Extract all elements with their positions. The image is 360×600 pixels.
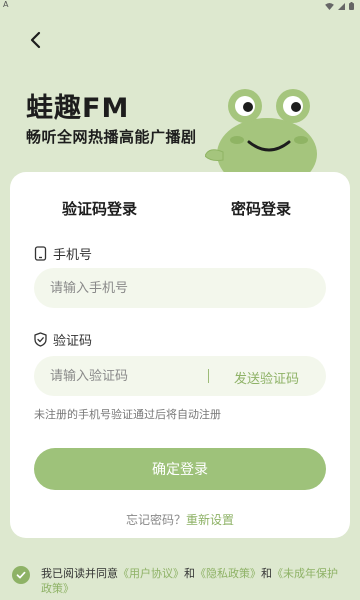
forgot-password: 忘记密码？重新设置: [10, 511, 350, 528]
status-icons: [325, 2, 354, 10]
tab-sms-login[interactable]: 验证码登录: [62, 198, 137, 219]
status-bar: A: [0, 0, 360, 12]
check-icon: [16, 571, 26, 579]
login-card: 验证码登录 密码登录 手机号 验证码 发送验证码 未注册的手机号验证通过后将自动…: [10, 172, 350, 538]
send-code-button[interactable]: 发送验证码: [234, 368, 299, 387]
phone-label-text: 手机号: [53, 248, 93, 263]
app-slogan: 畅听全网热播高能广播剧: [26, 128, 197, 146]
agreement-checkbox[interactable]: [12, 566, 30, 584]
forgot-password-text: 忘记密码？: [125, 513, 186, 527]
shield-check-icon: [34, 332, 47, 347]
agreement-row: 我已阅读并同意《用户协议》和《隐私政策》和《未成年保护政策》: [12, 566, 352, 596]
signal-icon: [338, 2, 345, 10]
reset-password-link[interactable]: 重新设置: [186, 513, 234, 527]
code-label-text: 验证码: [53, 334, 93, 349]
phone-field: [34, 268, 326, 308]
tab-password-login[interactable]: 密码登录: [231, 198, 291, 219]
phone-label: 手机号: [34, 244, 92, 263]
wifi-icon: [325, 2, 334, 10]
status-notification-text: A: [3, 0, 9, 9]
code-field: 发送验证码: [34, 356, 326, 396]
app-name: 蛙趣FM: [26, 93, 130, 124]
code-input[interactable]: [50, 356, 200, 396]
frog-mascot: [205, 89, 317, 184]
agreement-and-2: 和: [261, 567, 272, 580]
confirm-login-button[interactable]: 确定登录: [34, 448, 326, 490]
auto-register-hint: 未注册的手机号验证通过后将自动注册: [34, 408, 221, 421]
agreement-text: 我已阅读并同意《用户协议》和《隐私政策》和《未成年保护政策》: [41, 566, 347, 596]
privacy-policy-link[interactable]: 《隐私政策》: [195, 567, 261, 580]
phone-input[interactable]: [50, 268, 310, 308]
chevron-left-icon: [30, 31, 41, 49]
user-agreement-link[interactable]: 《用户协议》: [118, 567, 184, 580]
agreement-prefix: 我已阅读并同意: [41, 567, 118, 580]
back-button[interactable]: [24, 28, 48, 52]
code-divider: [208, 369, 209, 383]
agreement-and-1: 和: [184, 567, 195, 580]
phone-icon: [34, 246, 47, 261]
code-label: 验证码: [34, 330, 92, 349]
battery-icon: [349, 2, 354, 10]
